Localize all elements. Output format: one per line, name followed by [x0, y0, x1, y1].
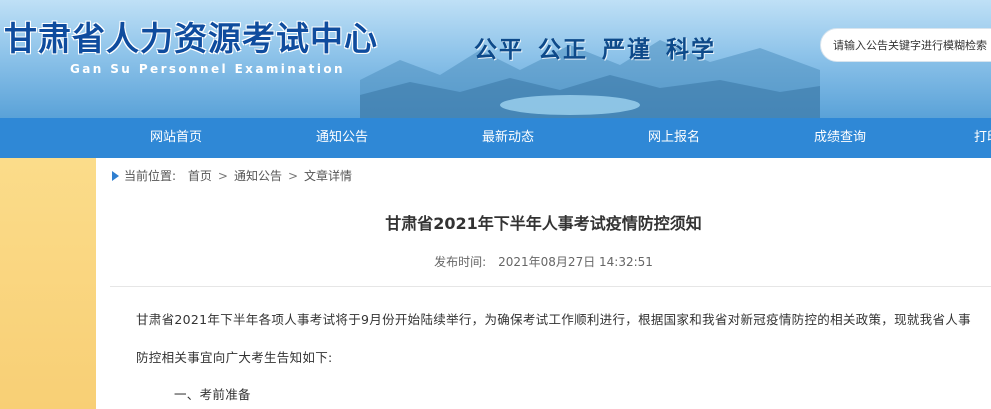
nav-item-news[interactable]: 最新动态 [482, 118, 534, 158]
header-banner: 甘肃省人力资源考试中心 Gan Su Personnel Examination… [0, 0, 991, 118]
section-heading: 一、考前准备 [174, 387, 251, 402]
nav-item-notices[interactable]: 通知公告 [316, 118, 368, 158]
article-paragraph: 防控相关事宜向广大考生告知如下: [136, 350, 333, 365]
article-paragraph: 甘肃省2021年下半年各项人事考试将于9月份开始陆续举行，为确保考试工作顺利进行… [136, 312, 971, 327]
nav-item-online-registration[interactable]: 网上报名 [648, 118, 700, 158]
publish-time-value: 2021年08月27日 14:32:51 [498, 255, 653, 269]
breadcrumb-current: 文章详情 [304, 169, 353, 183]
breadcrumb-notices-link[interactable]: 通知公告 [234, 169, 282, 183]
search-input[interactable] [820, 28, 991, 62]
publish-time-label: 发布时间: [434, 255, 487, 269]
breadcrumb-separator: > [217, 169, 228, 183]
breadcrumb-prefix: 当前位置: [124, 169, 177, 183]
breadcrumb: 当前位置: 首页 > 通知公告 > 文章详情 [112, 166, 352, 186]
site-title: 甘肃省人力资源考试中心 [4, 19, 378, 58]
title-divider [110, 286, 991, 287]
publish-time: 发布时间: 2021年08月27日 14:32:51 [96, 253, 991, 270]
nav-item-print[interactable]: 打印 [974, 118, 991, 158]
site-subtitle: Gan Su Personnel Examination [70, 62, 345, 76]
article-title: 甘肃省2021年下半年人事考试疫情防控须知 [385, 214, 702, 233]
breadcrumb-separator: > [287, 169, 299, 183]
nav-item-home[interactable]: 网站首页 [150, 118, 202, 158]
nav-item-score-query[interactable]: 成绩查询 [814, 118, 866, 158]
main-nav: 网站首页 通知公告 最新动态 网上报名 成绩查询 打印 [0, 118, 991, 158]
breadcrumb-home-link[interactable]: 首页 [188, 169, 212, 183]
site-slogan: 公平 公正 严谨 科学 [474, 36, 717, 63]
location-arrow-icon [112, 170, 119, 181]
left-sidebar-strip [0, 158, 96, 409]
